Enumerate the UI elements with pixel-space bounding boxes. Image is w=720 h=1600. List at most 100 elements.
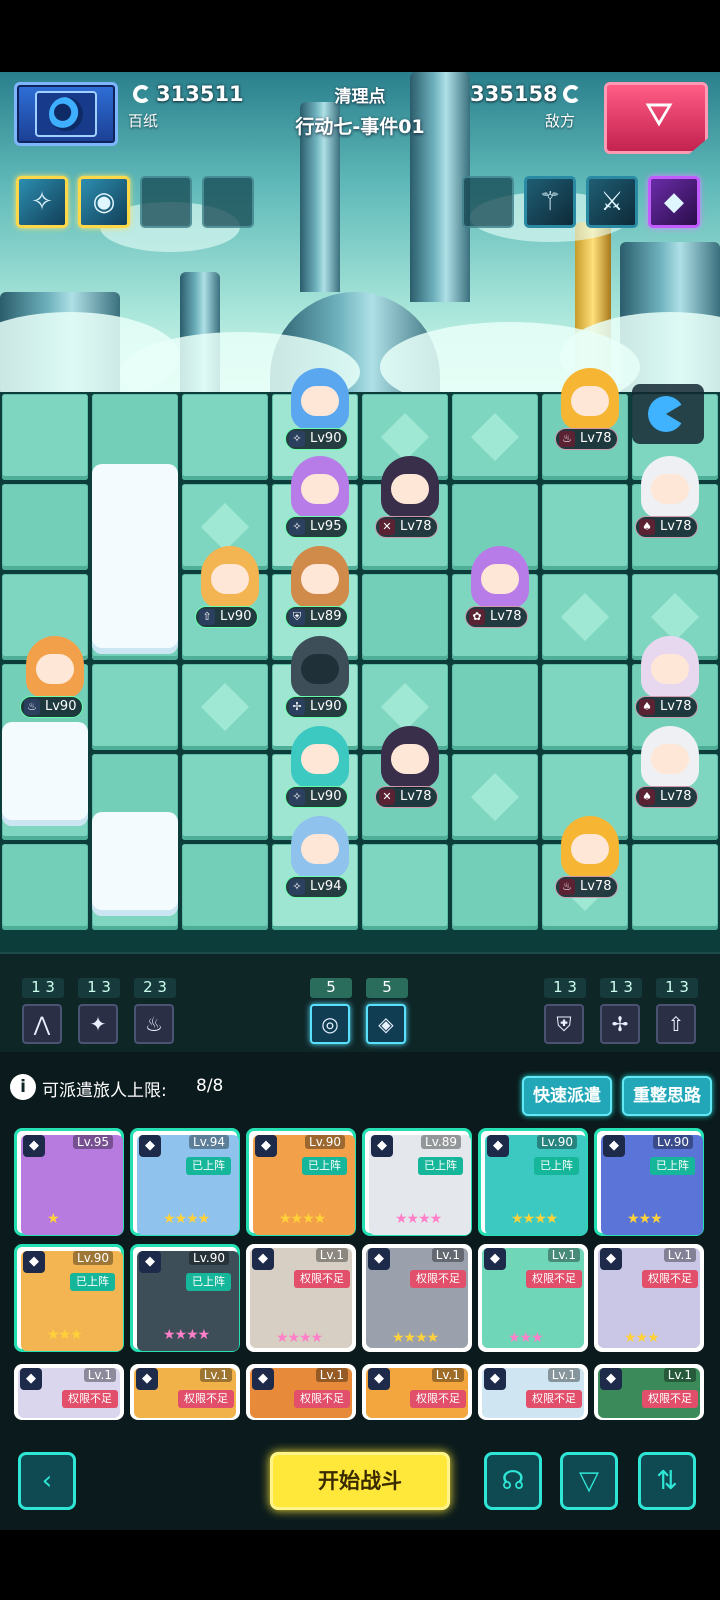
roster-card[interactable]: ◆ Lv.1 权限不足 xyxy=(130,1364,240,1420)
ally-unit[interactable]: ✧ Lv90 xyxy=(275,368,365,458)
board-tile[interactable] xyxy=(452,664,538,750)
synergy-item[interactable]: 1 3 ✢ xyxy=(600,978,642,1044)
player-score-value: 313511 xyxy=(156,82,244,106)
roster-card[interactable]: ◆ Lv.1 权限不足 xyxy=(246,1364,356,1420)
enemy-unit[interactable]: ♨ Lv78 xyxy=(545,816,635,906)
board-tile[interactable] xyxy=(2,484,88,570)
ally-unit[interactable]: ✧ Lv94 xyxy=(275,816,365,906)
swirl-icon: ◎ xyxy=(310,1004,350,1044)
info-icon[interactable]: i xyxy=(10,1074,36,1100)
unit-level-badge: ✧ Lv90 xyxy=(285,786,349,808)
ally-unit[interactable]: ✧ Lv90 xyxy=(275,726,365,816)
unit-level: Lv78 xyxy=(660,699,692,714)
ally-unit[interactable]: ⛨ Lv89 xyxy=(275,546,365,636)
board-tile[interactable] xyxy=(452,394,538,480)
player-skill-slot-empty[interactable] xyxy=(140,176,192,228)
roster-card[interactable]: ◆ Lv.95 ★ xyxy=(14,1128,124,1236)
chevron-left-icon: ‹ xyxy=(41,1466,53,1496)
board-tile[interactable] xyxy=(542,484,628,570)
enemy-unit[interactable]: ✿ Lv78 xyxy=(455,546,545,636)
board-tile[interactable] xyxy=(182,664,268,750)
board-tile[interactable] xyxy=(182,754,268,840)
roster-card[interactable]: ◆ Lv.89 已上阵 ★★★★ xyxy=(362,1128,472,1236)
board-tile[interactable] xyxy=(92,664,178,750)
star-rating: ★★★★ xyxy=(279,1211,326,1227)
class-icon: ✧ xyxy=(289,519,305,535)
roster-card[interactable]: ◆ Lv.1 权限不足 xyxy=(362,1364,472,1420)
board-tile[interactable] xyxy=(362,574,448,660)
start-battle-button[interactable]: 开始战斗 xyxy=(270,1452,450,1510)
brain-button[interactable]: ☊ xyxy=(484,1452,542,1510)
ally-unit[interactable]: ✢ Lv90 xyxy=(275,636,365,726)
reset-button[interactable]: 重整思路 xyxy=(622,1076,712,1116)
roster-card[interactable]: ◆ Lv.1 权限不足 ★★★★ xyxy=(362,1244,472,1352)
synergy-item[interactable]: 1 3 ✦ xyxy=(78,978,120,1044)
sort-button[interactable]: ⇅ xyxy=(638,1452,696,1510)
roster-card[interactable]: ◆ Lv.1 权限不足 xyxy=(594,1364,704,1420)
enemy-unit[interactable]: ✕ Lv78 xyxy=(365,456,455,546)
board-tile[interactable] xyxy=(452,754,538,840)
ally-unit[interactable]: ♨ Lv90 xyxy=(10,636,100,726)
roster-card[interactable]: ◆ Lv.90 已上阵 ★★★ xyxy=(594,1128,704,1236)
card-status-tag: 权限不足 xyxy=(62,1390,118,1408)
roster-card[interactable]: ◆ Lv.1 权限不足 ★★★ xyxy=(594,1244,704,1352)
card-level: Lv.89 xyxy=(421,1135,461,1149)
roster-card[interactable]: ◆ Lv.90 已上阵 ★★★★ xyxy=(246,1128,356,1236)
board-tile[interactable] xyxy=(452,844,538,930)
dispatch-limit-row: i 可派遣旅人上限: 8/8 xyxy=(0,1060,720,1110)
star-rating: ★★★★ xyxy=(511,1211,558,1227)
class-icon: ✢ xyxy=(289,699,305,715)
synergy-item[interactable]: 5 ◎ xyxy=(310,978,352,1044)
card-status-tag: 权限不足 xyxy=(178,1390,234,1408)
synergy-item[interactable]: 5 ◈ xyxy=(366,978,408,1044)
enemy-unit[interactable]: ♠ Lv78 xyxy=(625,456,715,546)
board-tile[interactable] xyxy=(182,844,268,930)
card-status-tag: 权限不足 xyxy=(410,1390,466,1408)
card-level: Lv.90 xyxy=(537,1135,577,1149)
synergy-item[interactable]: 2 3 ♨ xyxy=(134,978,176,1044)
roster-card[interactable]: ◆ Lv.90 已上阵 ★★★ xyxy=(14,1244,124,1352)
filter-button[interactable]: ▽ xyxy=(560,1452,618,1510)
enemy-unit[interactable]: ✕ Lv78 xyxy=(365,726,455,816)
synergy-item[interactable]: 1 3 ⛨ xyxy=(544,978,586,1044)
player-skill-slot[interactable]: ✧ xyxy=(16,176,68,228)
board-tile[interactable] xyxy=(542,574,628,660)
roster-card[interactable]: ◆ Lv.90 已上阵 ★★★★ xyxy=(130,1244,240,1352)
ally-unit[interactable]: ⇧ Lv90 xyxy=(185,546,275,636)
roster-card[interactable]: ◆ Lv.1 权限不足 ★★★★ xyxy=(246,1244,356,1352)
unit-face xyxy=(211,564,249,594)
board-tile[interactable] xyxy=(542,664,628,750)
player-skill-slot[interactable]: ◉ xyxy=(78,176,130,228)
roster-card[interactable]: ◆ Lv.1 权限不足 ★★★ xyxy=(478,1244,588,1352)
board-tile[interactable] xyxy=(632,844,718,930)
synergy-item[interactable]: 1 3 ⋀ xyxy=(22,978,64,1044)
board-tile[interactable] xyxy=(2,394,88,480)
player-skill-slot-empty[interactable] xyxy=(202,176,254,228)
synergy-count: 5 xyxy=(310,978,352,998)
synergy-item[interactable]: 1 3 ⇧ xyxy=(656,978,698,1044)
enemy-score-value: 335158 xyxy=(470,82,558,106)
board-tile[interactable] xyxy=(2,844,88,930)
roster-card[interactable]: ◆ Lv.94 已上阵 ★★★★ xyxy=(130,1128,240,1236)
ally-unit[interactable]: ✧ Lv95 xyxy=(275,456,365,546)
star-rating: ★★★★ xyxy=(392,1330,439,1346)
board-tile[interactable] xyxy=(362,844,448,930)
unit-level-badge: ✿ Lv78 xyxy=(465,606,529,628)
enemy-unit[interactable]: ♠ Lv78 xyxy=(625,726,715,816)
class-icon: ◆ xyxy=(139,1251,161,1273)
card-status-tag: 权限不足 xyxy=(642,1270,698,1288)
roster-card[interactable]: ◆ Lv.1 权限不足 xyxy=(14,1364,124,1420)
synergy-count: 1 3 xyxy=(600,978,642,998)
roster-card[interactable]: ◆ Lv.90 已上阵 ★★★★ xyxy=(478,1128,588,1236)
quick-dispatch-button[interactable]: 快速派遣 xyxy=(522,1076,612,1116)
enemy-unit[interactable]: ♠ Lv78 xyxy=(625,636,715,726)
back-button[interactable]: ‹ xyxy=(18,1452,76,1510)
enemy-emblem-icon: ⛛ xyxy=(644,95,674,135)
enemy-unit[interactable]: ♨ Lv78 xyxy=(545,368,635,458)
brain-icon: ☊ xyxy=(501,1466,525,1496)
card-level: Lv.1 xyxy=(547,1248,580,1262)
roster-card[interactable]: ◆ Lv.1 权限不足 xyxy=(478,1364,588,1420)
board-tile[interactable] xyxy=(182,394,268,480)
pacman-toggle-button[interactable] xyxy=(632,384,704,444)
synergy-count: 5 xyxy=(366,978,408,998)
